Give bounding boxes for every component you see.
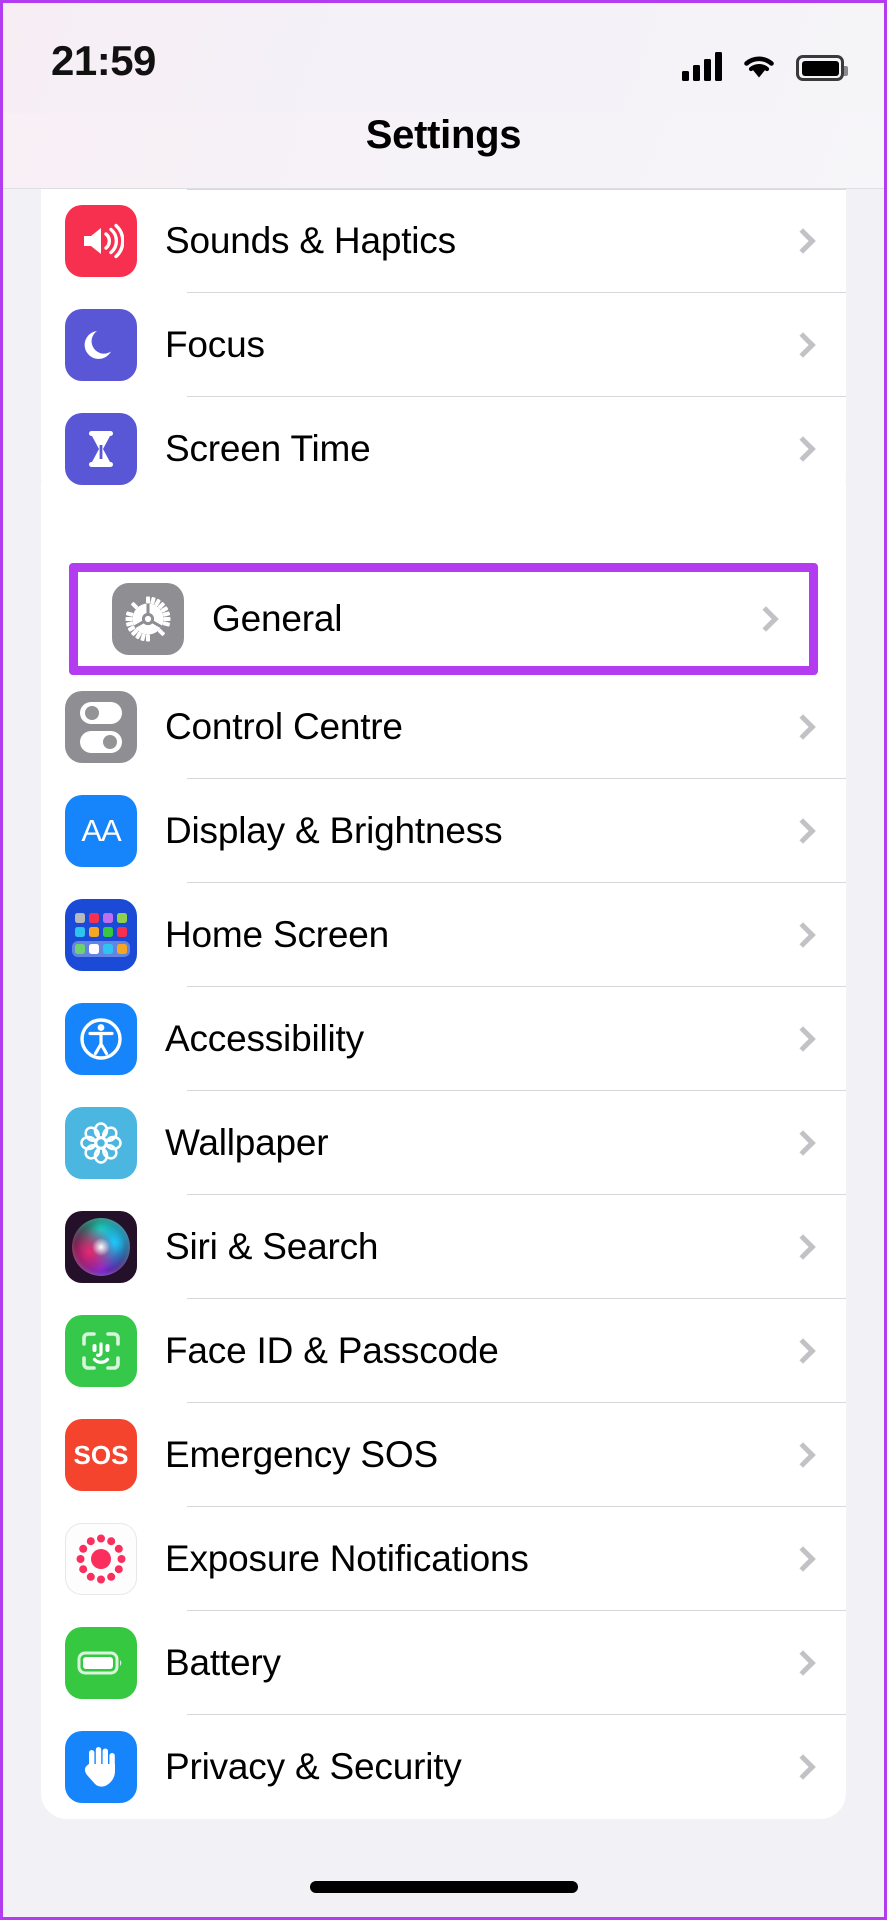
status-bar-icons (682, 43, 848, 81)
display-brightness-aa-icon: AA (65, 795, 137, 867)
settings-row-face-id-passcode[interactable]: Face ID & Passcode (41, 1299, 846, 1403)
chevron-right-icon (790, 922, 816, 948)
settings-row-battery[interactable]: Battery (41, 1611, 846, 1715)
settings-row-accessibility[interactable]: Accessibility (41, 987, 846, 1091)
chevron-right-icon (790, 1650, 816, 1676)
exposure-notifications-icon (65, 1523, 137, 1595)
nav-bar: Settings (3, 113, 884, 189)
chevron-right-icon (790, 714, 816, 740)
home-screen-grid-icon (65, 899, 137, 971)
settings-row-home-screen[interactable]: Home Screen (41, 883, 846, 987)
settings-row-label: Screen Time (165, 428, 371, 469)
status-bar-clock: 21:59 (51, 37, 156, 84)
chevron-right-icon (790, 436, 816, 462)
chevron-right-icon (790, 1442, 816, 1468)
settings-row-focus[interactable]: Focus (41, 293, 846, 397)
settings-row-control-centre[interactable]: Control Centre (41, 675, 846, 779)
status-bar: 21:59 (3, 3, 884, 113)
settings-row-label: Siri & Search (165, 1226, 379, 1267)
settings-row-label: Battery (165, 1642, 281, 1683)
chevron-right-icon (753, 606, 779, 632)
chevron-right-icon (790, 818, 816, 844)
settings-row-label: Face ID & Passcode (165, 1330, 499, 1371)
chevron-right-icon (790, 1026, 816, 1052)
battery-full-icon (796, 55, 848, 81)
settings-row-label: Accessibility (165, 1018, 364, 1059)
settings-row-label: Display & Brightness (165, 810, 503, 851)
settings-row-general[interactable]: General (78, 572, 809, 666)
settings-row-label: Wallpaper (165, 1122, 329, 1163)
settings-row-label: Sounds & Haptics (165, 220, 456, 261)
settings-row-emergency-sos[interactable]: SOS Emergency SOS (41, 1403, 846, 1507)
wallpaper-flower-icon (65, 1107, 137, 1179)
chevron-right-icon (790, 1754, 816, 1780)
settings-row-label: Focus (165, 324, 265, 365)
settings-row-label: Home Screen (165, 914, 390, 955)
settings-group-2: General Control Centre AA Display & Brig… (41, 460, 846, 1819)
focus-moon-icon (65, 309, 137, 381)
settings-group-1: Sounds & Haptics Focus Screen Time (41, 189, 846, 501)
settings-row-label: Privacy & Security (165, 1746, 462, 1787)
settings-row-label: Emergency SOS (165, 1434, 438, 1475)
wifi-icon (740, 51, 778, 81)
chevron-right-icon (790, 332, 816, 358)
accessibility-person-icon (65, 1003, 137, 1075)
settings-row-wallpaper[interactable]: Wallpaper (41, 1091, 846, 1195)
settings-row-label: General (212, 598, 343, 639)
phone-screen: 21:59 Settings Sounds & Haptics Focus Sc… (0, 0, 887, 1920)
settings-scroll-area[interactable]: Sounds & Haptics Focus Screen Time Gener… (3, 189, 884, 1917)
settings-row-label: Control Centre (165, 706, 403, 747)
home-indicator-bar[interactable] (3, 1857, 884, 1917)
chevron-right-icon (790, 228, 816, 254)
privacy-hand-icon (65, 1731, 137, 1803)
chevron-right-icon (790, 1546, 816, 1572)
settings-row-privacy-security[interactable]: Privacy & Security (41, 1715, 846, 1819)
siri-orb-icon (65, 1211, 137, 1283)
settings-row-sounds-haptics[interactable]: Sounds & Haptics (41, 189, 846, 293)
battery-icon (65, 1627, 137, 1699)
sounds-haptics-icon (65, 205, 137, 277)
settings-row-screen-time[interactable]: Screen Time (41, 397, 846, 501)
general-gear-icon (112, 583, 184, 655)
emergency-sos-icon: SOS (65, 1419, 137, 1491)
control-centre-toggles-icon (65, 691, 137, 763)
chevron-right-icon (790, 1234, 816, 1260)
settings-row-siri-search[interactable]: Siri & Search (41, 1195, 846, 1299)
page-title: Settings (365, 113, 522, 157)
screen-time-hourglass-icon (65, 413, 137, 485)
settings-row-label: Exposure Notifications (165, 1538, 529, 1579)
settings-row-display-brightness[interactable]: AA Display & Brightness (41, 779, 846, 883)
general-highlight-box: General (69, 563, 818, 675)
cellular-bars-icon (682, 51, 722, 81)
chevron-right-icon (790, 1338, 816, 1364)
chevron-right-icon (790, 1130, 816, 1156)
face-id-icon (65, 1315, 137, 1387)
settings-row-exposure-notifications[interactable]: Exposure Notifications (41, 1507, 846, 1611)
